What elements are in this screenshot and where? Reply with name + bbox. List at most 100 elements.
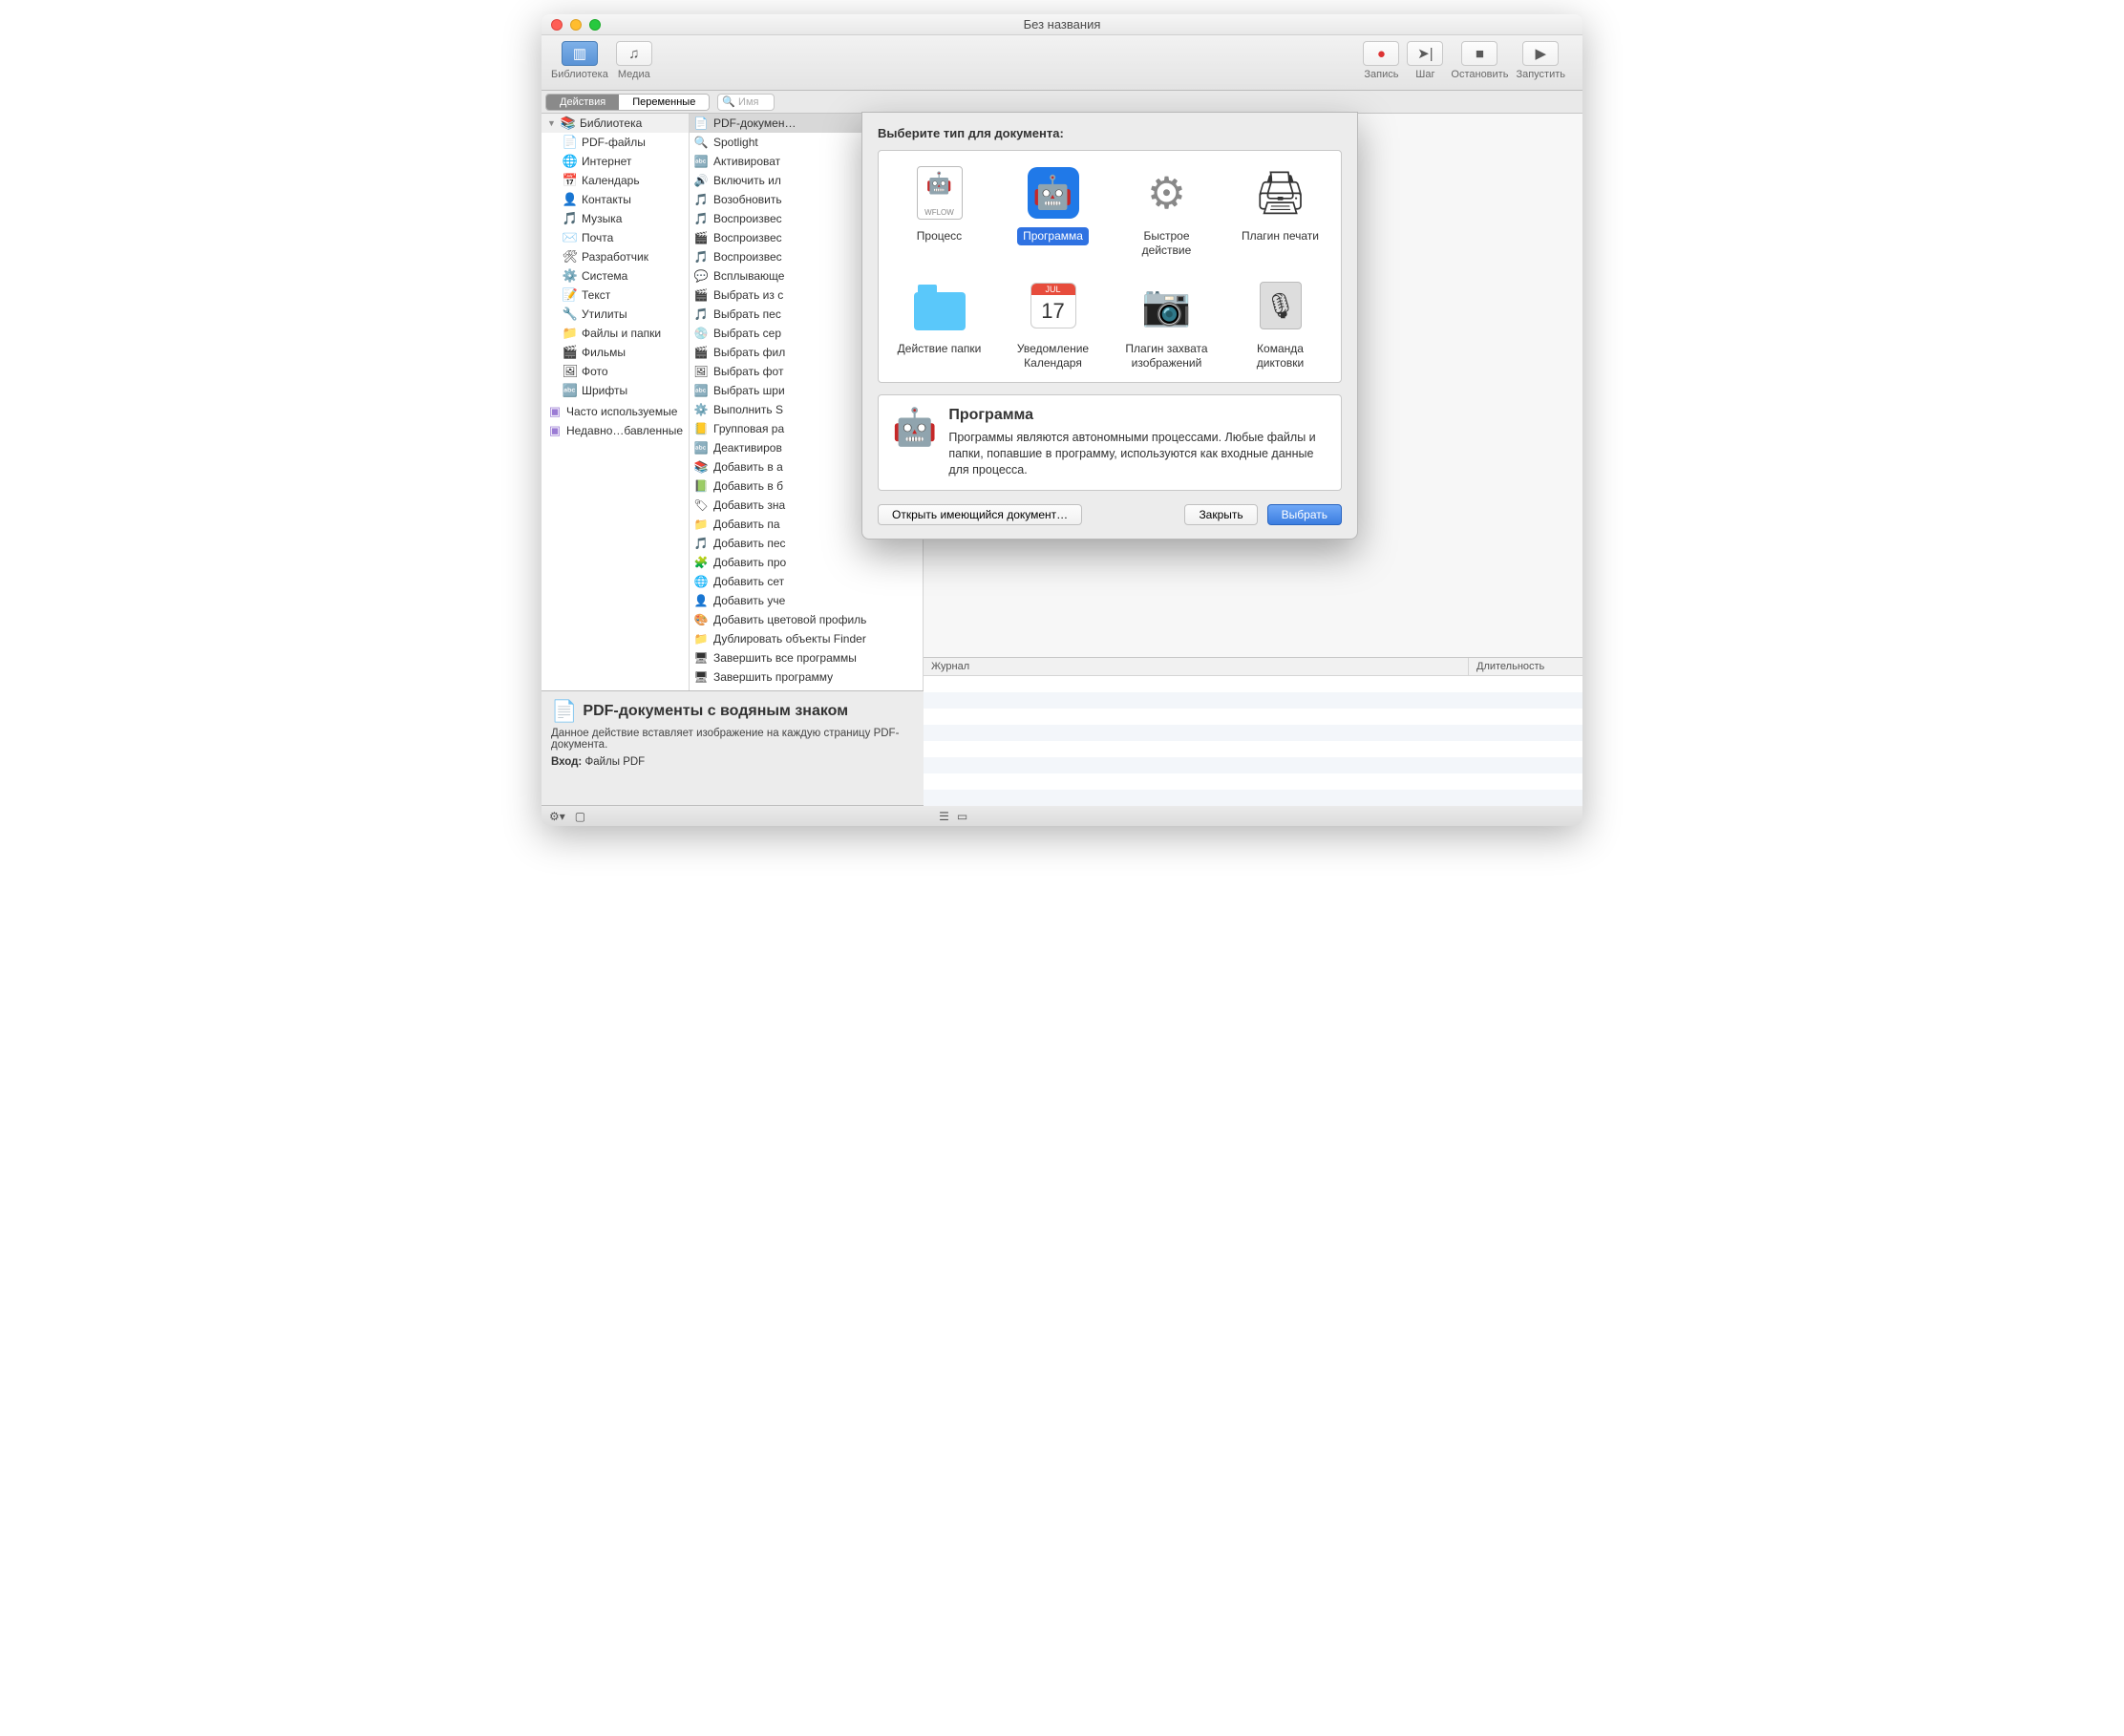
action-icon: 🔤 (693, 440, 709, 455)
run-button[interactable]: ▶ Запустить (1516, 41, 1565, 80)
category-icon: 🌐 (563, 154, 578, 169)
category-icon: 🎵 (563, 211, 578, 226)
sidebar-item[interactable]: 📄PDF-файлы (542, 133, 689, 152)
tab-segment: Действия Переменные (545, 94, 710, 111)
type-printer[interactable]: 🖨Плагин печати (1227, 164, 1333, 260)
action-icon: 🎵 (693, 192, 709, 207)
description-panel: 📄 PDF-документы с водяным знаком Данное … (542, 690, 924, 805)
sidebar-item[interactable]: 🛠Разработчик (542, 247, 689, 266)
action-item[interactable]: 🎨Добавить цветовой профиль (690, 610, 923, 629)
type-grid: WFLOWПроцесс🤖Программа⚙︎Быстрое действие… (878, 150, 1342, 383)
action-item[interactable]: 🌐Добавить сет (690, 572, 923, 591)
sidebar-item[interactable]: 🌐Интернет (542, 152, 689, 171)
type-cal[interactable]: JUL17Уведомление Календаря (1000, 277, 1106, 372)
app-window: Без названия ▥ Библиотека ♫ Медиа ● Запи… (542, 14, 1582, 826)
action-large-icon: 📄 (551, 699, 577, 724)
view-flow-icon[interactable]: ▭ (957, 810, 967, 823)
window-title: Без названия (542, 17, 1582, 32)
library-folder-icon: 📚 (561, 116, 576, 131)
type-folder[interactable]: Действие папки (886, 277, 992, 372)
log-col-journal[interactable]: Журнал (924, 658, 1468, 675)
record-button[interactable]: ● Запись (1363, 41, 1399, 80)
titlebar: Без названия (542, 14, 1582, 35)
action-icon: 📚 (693, 459, 709, 475)
log-rows (924, 676, 1582, 806)
action-icon: 👤 (693, 593, 709, 608)
printer-icon: 🖨 (1254, 168, 1307, 218)
category-icon: 📝 (563, 287, 578, 303)
action-icon: 🎵 (693, 249, 709, 265)
sidebar-item[interactable]: 📅Календарь (542, 171, 689, 190)
disclosure-triangle-icon[interactable]: ▼ (547, 118, 557, 128)
sidebar-item[interactable]: ✉️Почта (542, 228, 689, 247)
type-wflow[interactable]: WFLOWПроцесс (886, 164, 992, 260)
category-icon: 🔤 (563, 383, 578, 398)
category-icon: ⚙️ (563, 268, 578, 284)
microphone-icon: 🎙 (1260, 282, 1302, 329)
stop-icon: ■ (1461, 41, 1497, 66)
action-icon: 🏷 (693, 498, 709, 513)
app-icon: 🤖 (1028, 167, 1079, 219)
sidebar-item[interactable]: 🖼Фото (542, 362, 689, 381)
smart-folder-icon: ▣ (547, 423, 563, 438)
action-icon: 🎵 (693, 307, 709, 322)
category-icon: 📄 (563, 135, 578, 150)
stop-button[interactable]: ■ Остановить (1451, 41, 1508, 80)
close-button[interactable]: Закрыть (1184, 504, 1257, 525)
gear-menu-icon[interactable]: ⚙︎▾ (549, 810, 565, 823)
action-item[interactable]: 🖥Завершить программу (690, 667, 923, 687)
action-item[interactable]: 🖥Завершить все программы (690, 648, 923, 667)
media-icon: ♫ (616, 41, 652, 66)
sidebar-item[interactable]: 🎬Фильмы (542, 343, 689, 362)
search-icon: 🔍 (722, 95, 735, 108)
media-button[interactable]: ♫ Медиа (616, 41, 652, 80)
action-icon: 💿 (693, 326, 709, 341)
type-info-box: 🤖 Программа Программы являются автономны… (878, 394, 1342, 491)
type-cam[interactable]: 📷Плагин захвата изображений (1114, 277, 1220, 372)
second-bar: Действия Переменные 🔍 Имя (542, 91, 1582, 114)
quicklook-icon[interactable]: ▢ (575, 810, 585, 823)
choose-button[interactable]: Выбрать (1267, 504, 1342, 525)
sidebar-library[interactable]: ▼ 📚 Библиотека (542, 114, 689, 133)
open-existing-button[interactable]: Открыть имеющийся документ… (878, 504, 1082, 525)
gear-icon: ⚙︎ (1147, 167, 1186, 219)
calendar-icon: JUL17 (1030, 283, 1076, 328)
library-button[interactable]: ▥ Библиотека (551, 41, 608, 80)
sidebar-item[interactable]: 📁Файлы и папки (542, 324, 689, 343)
sidebar-recent[interactable]: ▣ Недавно…бавленные (542, 421, 689, 440)
type-gear[interactable]: ⚙︎Быстрое действие (1114, 164, 1220, 260)
run-icon: ▶ (1522, 41, 1559, 66)
action-icon: 📗 (693, 478, 709, 494)
log-col-duration[interactable]: Длительность (1468, 658, 1582, 675)
sidebar-item[interactable]: 🎵Музыка (542, 209, 689, 228)
view-list-icon[interactable]: ☰ (939, 810, 949, 823)
action-icon: 🧩 (693, 555, 709, 570)
sidebar-item[interactable]: 🔧Утилиты (542, 305, 689, 324)
sidebar-item[interactable]: 📝Текст (542, 286, 689, 305)
workflow-file-icon: WFLOW (917, 166, 963, 220)
app-large-icon: 🤖 (892, 407, 937, 478)
action-item[interactable]: 🧩Добавить про (690, 553, 923, 572)
sidebar-item[interactable]: 👤Контакты (542, 190, 689, 209)
tab-variables[interactable]: Переменные (619, 95, 709, 110)
toolbar: ▥ Библиотека ♫ Медиа ● Запись ➤| Шаг ■ О… (542, 35, 1582, 91)
sidebar-item[interactable]: 🔤Шрифты (542, 381, 689, 400)
tab-actions[interactable]: Действия (546, 95, 619, 110)
search-input[interactable]: 🔍 Имя (717, 94, 775, 111)
folder-icon (914, 292, 966, 330)
action-icon: 📁 (693, 517, 709, 532)
type-app[interactable]: 🤖Программа (1000, 164, 1106, 260)
step-button[interactable]: ➤| Шаг (1407, 41, 1443, 80)
category-icon: 📁 (563, 326, 578, 341)
action-icon: 📒 (693, 421, 709, 436)
record-icon: ● (1363, 41, 1399, 66)
action-icon: 🎵 (693, 536, 709, 551)
document-type-sheet: Выберите тип для документа: WFLOWПроцесс… (861, 112, 1358, 540)
action-item[interactable]: 📁Дублировать объекты Finder (690, 629, 923, 648)
action-icon: ⚙️ (693, 402, 709, 417)
category-icon: 🔧 (563, 307, 578, 322)
sidebar-item[interactable]: ⚙️Система (542, 266, 689, 286)
type-mic[interactable]: 🎙Команда диктовки (1227, 277, 1333, 372)
sidebar-frequent[interactable]: ▣ Часто используемые (542, 402, 689, 421)
action-item[interactable]: 👤Добавить уче (690, 591, 923, 610)
